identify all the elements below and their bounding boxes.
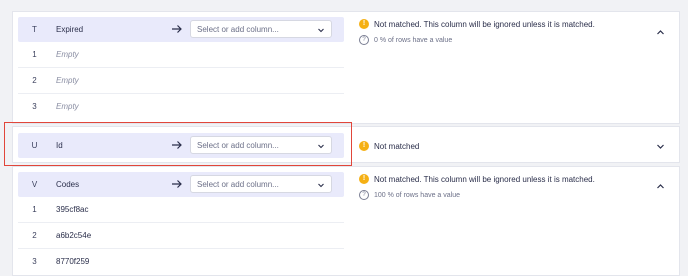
row-value: a6b2c54e [56,231,92,240]
warning-icon: ! [359,19,369,29]
row-index: 1 [32,205,37,214]
column-match-select[interactable]: Select or add column... [190,20,332,38]
status-text: Not matched. This column will be ignored… [374,19,595,29]
row-value: Empty [56,50,79,59]
table-row: 1 395cf8ac [18,197,344,223]
warning-icon: ! [359,174,369,184]
selection-highlight [4,122,352,166]
value-percentage: ? 0 % of rows have a value [359,35,452,45]
row-index: 1 [32,50,37,59]
column-preview: T Expired Select or add column... 1 Empt… [18,17,344,119]
status-text: Not matched. This column will be ignored… [374,174,595,184]
column-card-expired: T Expired Select or add column... 1 Empt… [12,11,680,124]
status-text: Not matched [374,141,420,151]
value-percentage: ? 100 % of rows have a value [359,190,460,200]
column-card-codes: V Codes Select or add column... 1 395cf8… [12,166,680,276]
chevron-down-icon [318,28,324,33]
table-row: 2 a6b2c54e [18,223,344,249]
select-placeholder: Select or add column... [197,24,279,34]
column-preview: V Codes Select or add column... 1 395cf8… [18,172,344,274]
table-row: 3 Empty [18,94,344,119]
select-placeholder: Select or add column... [197,179,279,189]
question-icon: ? [359,190,369,200]
row-value: Empty [56,102,79,111]
chevron-down-icon [318,183,324,188]
row-value: Empty [56,76,79,85]
column-letter: T [32,25,37,34]
column-match-select[interactable]: Select or add column... [190,175,332,193]
row-index: 3 [32,102,37,111]
table-row: 2 Empty [18,68,344,94]
question-icon: ? [359,35,369,45]
chevron-down-icon[interactable] [656,142,665,151]
percentage-text: 100 % of rows have a value [374,191,460,199]
arrow-right-icon [172,25,182,33]
match-status: ! Not matched. This column will be ignor… [359,174,595,184]
row-index: 2 [32,76,37,85]
arrow-right-icon [172,180,182,188]
percentage-text: 0 % of rows have a value [374,36,453,44]
row-index: 2 [32,231,37,240]
row-value: 395cf8ac [56,205,89,214]
chevron-up-icon[interactable] [656,182,665,191]
column-header: T Expired Select or add column... [18,17,344,42]
match-status: ! Not matched [359,141,419,151]
warning-icon: ! [359,141,369,151]
table-row: 1 Empty [18,42,344,68]
column-letter: V [31,180,38,189]
chevron-up-icon[interactable] [656,28,665,37]
match-status: ! Not matched. This column will be ignor… [359,19,595,29]
column-header: V Codes Select or add column... [18,172,344,197]
